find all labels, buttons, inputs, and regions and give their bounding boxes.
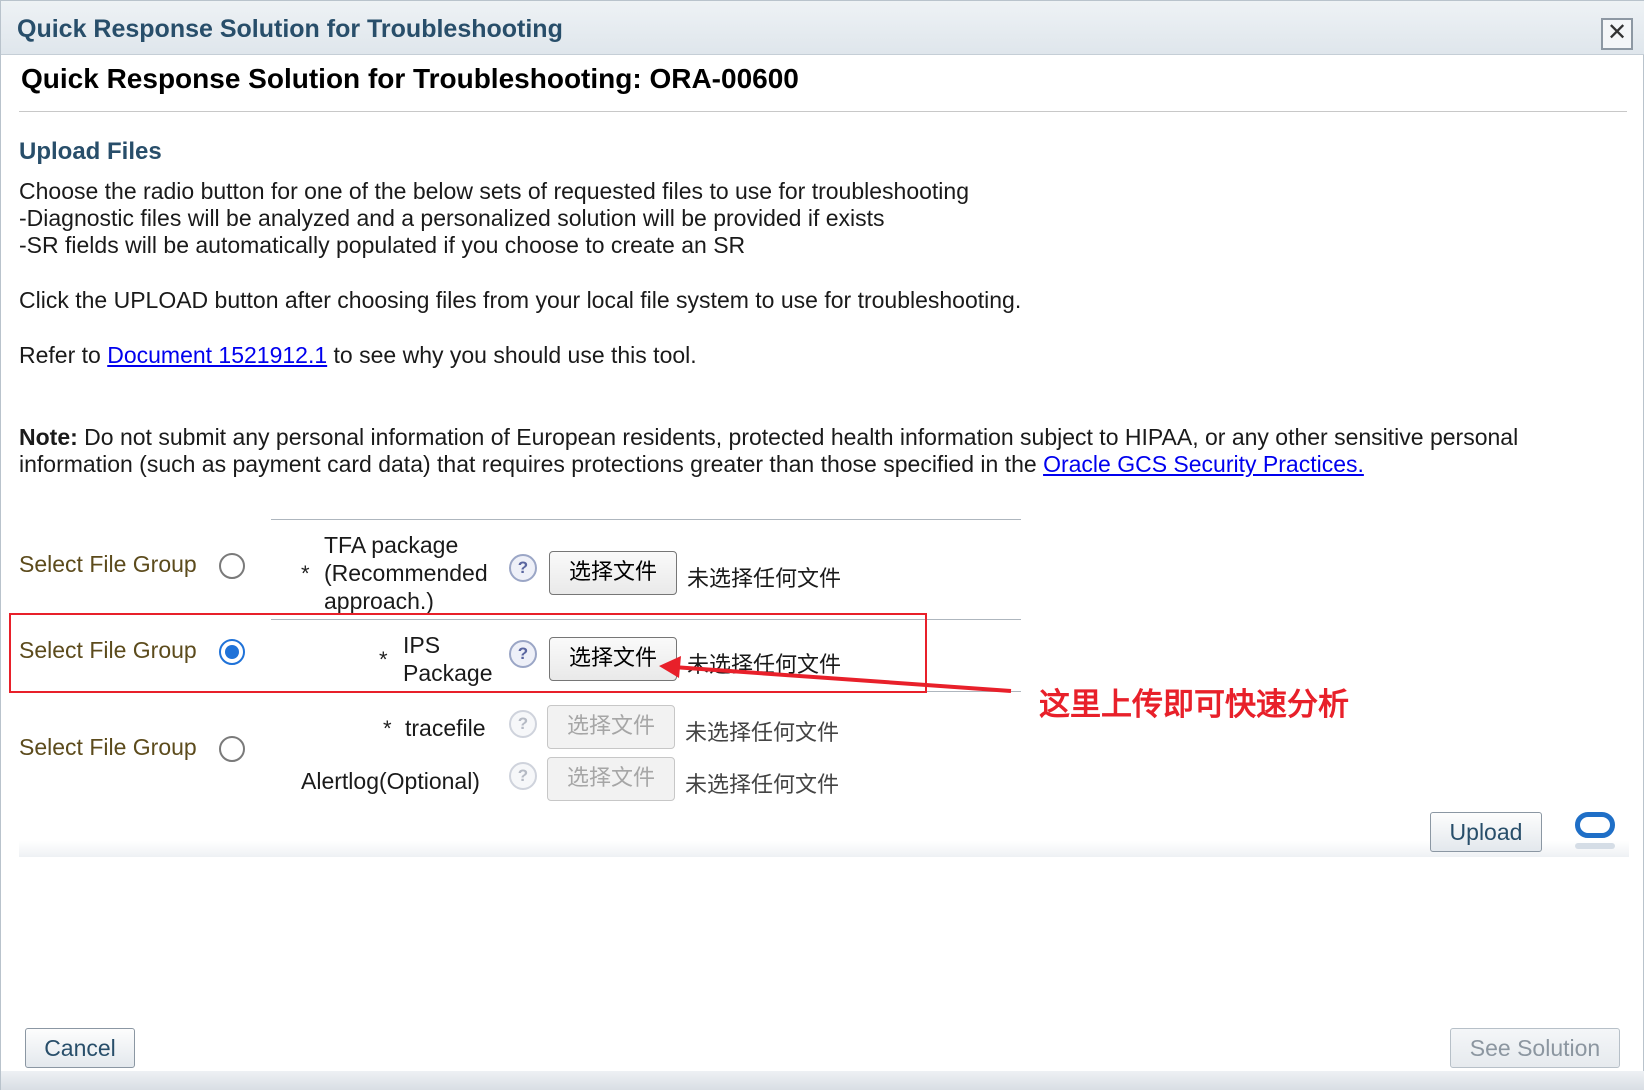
note-text-2: information (such as payment card data) … [19, 451, 1044, 477]
dialog: Quick Response Solution for Troubleshoot… [0, 0, 1644, 1090]
label-line: TFA package [324, 532, 459, 558]
choose-file-button[interactable]: 选择文件 [547, 705, 675, 749]
annotation-text: 这里上传即可快速分析 [1039, 687, 1349, 723]
upload-button[interactable]: Upload [1430, 812, 1542, 852]
file-status: 未选择任何文件 [685, 773, 840, 798]
label-line: tracefile [405, 715, 486, 741]
file-group-radio-1[interactable] [219, 553, 245, 579]
security-practices-link[interactable]: Oracle GCS Security Practices. [1043, 451, 1364, 477]
annotation-arrow [659, 656, 1012, 693]
file-status: 未选择任何文件 [687, 567, 842, 592]
window-title: Quick Response Solution for Troubleshoot… [17, 15, 563, 43]
note-label: Note: [19, 424, 78, 450]
required-marker: * [383, 716, 392, 741]
oracle-logo-icon [1575, 812, 1615, 838]
title-divider [19, 111, 1627, 112]
file-group-label: Select File Group [19, 551, 197, 577]
row-divider [271, 519, 1021, 520]
label-line: (Recommended [324, 560, 488, 586]
bottom-edge [1, 1071, 1644, 1090]
upload-strip [19, 841, 1629, 857]
refer-suffix: to see why you should use this tool. [327, 342, 697, 368]
label-line: Alertlog(Optional) [301, 768, 480, 794]
close-icon: ✕ [1606, 19, 1628, 46]
help-icon[interactable]: ? [509, 554, 537, 582]
title-bar: Quick Response Solution for Troubleshoot… [1, 1, 1644, 55]
choose-file-button[interactable]: 选择文件 [549, 551, 677, 595]
tracefile-label: tracefile [405, 714, 486, 742]
instruction-line-2: -Diagnostic files will be analyzed and a… [19, 205, 885, 231]
note-line-1: Note: Do not submit any personal informa… [19, 424, 1518, 451]
section-heading: Upload Files [19, 138, 162, 165]
refer-prefix: Refer to [19, 342, 108, 368]
see-solution-button[interactable]: See Solution [1450, 1028, 1620, 1068]
note-text-1: Do not submit any personal information o… [77, 424, 1519, 450]
note-line-2: information (such as payment card data) … [19, 451, 1364, 478]
page-title: Quick Response Solution for Troubleshoot… [21, 63, 799, 94]
refer-line: Refer to Document 1521912.1 to see why y… [19, 342, 697, 369]
file-status: 未选择任何文件 [685, 721, 840, 746]
alertlog-label: Alertlog(Optional) [301, 767, 480, 795]
cancel-button[interactable]: Cancel [25, 1028, 135, 1068]
document-link[interactable]: Document 1521912.1 [107, 342, 327, 368]
highlight-box [9, 613, 927, 693]
upload-instruction: Click the UPLOAD button after choosing f… [19, 287, 1022, 313]
required-marker: * [301, 561, 310, 586]
file-group-label: Select File Group [19, 734, 197, 760]
instruction-line-1: Choose the radio button for one of the b… [19, 178, 969, 204]
tfa-package-label: TFA package (Recommended approach.) [324, 531, 488, 615]
file-group-radio-3[interactable] [219, 736, 245, 762]
help-icon[interactable]: ? [509, 762, 537, 790]
label-line: approach.) [324, 588, 434, 614]
choose-file-button[interactable]: 选择文件 [547, 757, 675, 801]
instruction-line-3: -SR fields will be automatically populat… [19, 232, 746, 258]
help-icon[interactable]: ? [509, 710, 537, 738]
logo-reflection [1575, 843, 1615, 849]
close-button[interactable]: ✕ [1601, 18, 1633, 50]
